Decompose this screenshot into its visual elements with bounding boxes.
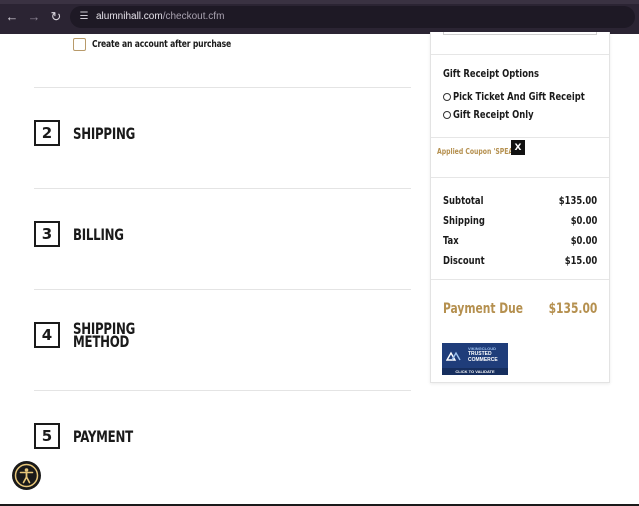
panel-divider <box>431 279 609 280</box>
panel-top-field-edge <box>443 32 597 35</box>
step-number: 5 <box>34 423 60 449</box>
url-path: /checkout.cfm <box>162 11 225 22</box>
section-divider <box>34 87 411 88</box>
step-shipping[interactable]: 2 SHIPPING <box>34 120 149 146</box>
url-text[interactable]: alumnihall.com/checkout.cfm <box>96 10 224 24</box>
subtotal-row: Subtotal $135.00 <box>443 194 597 208</box>
radio-button[interactable] <box>443 92 451 101</box>
payment-due-value: $135.00 <box>548 301 597 317</box>
badge-validate[interactable]: CLICK TO VALIDATE <box>442 368 508 375</box>
site-settings-icon[interactable]: ☰ <box>78 11 90 23</box>
gift-receipt-option-pick-ticket[interactable]: Pick Ticket And Gift Receipt <box>443 90 608 103</box>
step-title: BILLING <box>73 224 124 244</box>
accessibility-icon <box>14 463 39 488</box>
step-shipping-method[interactable]: 4 SHIPPING METHOD <box>34 321 149 351</box>
viking-logo-icon <box>446 351 461 361</box>
create-account-label[interactable]: Create an account after purchase <box>92 39 231 50</box>
payment-due-label: Payment Due <box>443 301 524 317</box>
subtotal-value: $135.00 <box>558 194 597 207</box>
step-billing[interactable]: 3 BILLING <box>34 221 135 247</box>
tax-label: Tax <box>443 234 459 247</box>
badge-line-commerce: COMMERCE <box>468 357 498 363</box>
shipping-label: Shipping <box>443 214 485 227</box>
remove-coupon-button[interactable]: X <box>511 140 525 155</box>
step-title: SHIPPING <box>73 123 136 143</box>
step-title: PAYMENT <box>73 426 133 446</box>
step-title: SHIPPING METHOD <box>73 321 135 351</box>
url-host: alumnihall.com <box>96 11 163 22</box>
payment-due-row: Payment Due $135.00 <box>443 301 597 317</box>
applied-coupon: Applied Coupon 'SPEAR' X <box>437 140 534 156</box>
panel-divider <box>431 177 609 178</box>
tab-strip-edge <box>0 0 639 4</box>
accessibility-button[interactable] <box>12 461 41 490</box>
discount-label: Discount <box>443 254 485 267</box>
back-arrow-icon[interactable]: ← <box>4 9 20 25</box>
forward-arrow-icon[interactable]: → <box>26 9 42 25</box>
address-bar[interactable]: ☰ alumnihall.com/checkout.cfm <box>70 6 635 28</box>
coupon-text: Applied Coupon 'SPEAR' <box>437 147 520 156</box>
shipping-value: $0.00 <box>570 214 597 227</box>
radio-label[interactable]: Pick Ticket And Gift Receipt <box>453 90 585 103</box>
reload-icon[interactable]: ↻ <box>48 9 64 25</box>
step-title-line2: METHOD <box>73 332 130 351</box>
panel-divider <box>431 137 609 138</box>
section-divider <box>34 390 411 391</box>
step-number: 4 <box>34 322 60 348</box>
step-payment[interactable]: 5 PAYMENT <box>34 423 146 449</box>
gift-receipt-title: Gift Receipt Options <box>443 67 539 80</box>
create-account-checkbox[interactable] <box>73 37 86 51</box>
trusted-commerce-badge[interactable]: VIKINGCLOUD TRUSTED COMMERCE CLICK TO VA… <box>442 343 508 375</box>
gift-receipt-option-only[interactable]: Gift Receipt Only <box>443 108 548 121</box>
section-divider <box>34 289 411 290</box>
tax-row: Tax $0.00 <box>443 234 597 248</box>
discount-value: $15.00 <box>564 254 597 267</box>
step-number: 3 <box>34 221 60 247</box>
create-account-row: Create an account after purchase <box>73 37 256 51</box>
section-divider <box>34 188 411 189</box>
discount-row: Discount $15.00 <box>443 254 597 268</box>
shipping-row: Shipping $0.00 <box>443 214 597 228</box>
order-summary-panel: Gift Receipt Options Pick Ticket And Gif… <box>430 32 610 383</box>
radio-button[interactable] <box>443 110 451 119</box>
subtotal-label: Subtotal <box>443 194 484 207</box>
panel-divider <box>431 54 609 55</box>
tax-value: $0.00 <box>570 234 597 247</box>
radio-label[interactable]: Gift Receipt Only <box>453 108 534 121</box>
browser-toolbar: ← → ↻ ☰ alumnihall.com/checkout.cfm <box>0 0 639 34</box>
step-number: 2 <box>34 120 60 146</box>
